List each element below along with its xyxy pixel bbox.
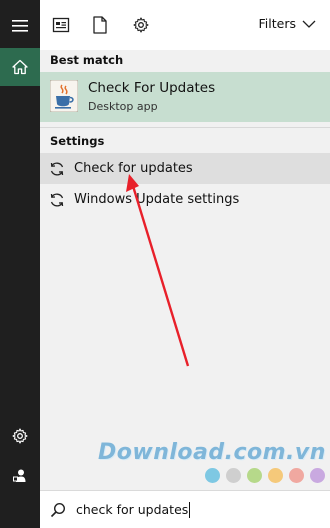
- search-input[interactable]: check for updates: [76, 502, 188, 517]
- settings-result-check-for-updates[interactable]: Check for updates: [40, 153, 330, 184]
- watermark-suffix: .com.vn: [224, 440, 326, 465]
- watermark-dot: [289, 468, 304, 483]
- watermark-dot: [247, 468, 262, 483]
- hamburger-menu-button[interactable]: [0, 6, 40, 46]
- java-coffee-icon: [50, 80, 78, 112]
- settings-result-windows-update-settings[interactable]: Windows Update settings: [40, 184, 330, 215]
- settings-gear-icon: [12, 428, 28, 444]
- settings-button[interactable]: [0, 416, 40, 456]
- apps-filter-button[interactable]: [50, 14, 72, 36]
- settings-heading: Settings: [50, 134, 105, 148]
- search-icon: [50, 502, 66, 517]
- settings-result-label: Windows Update settings: [74, 192, 240, 207]
- watermark-dot: [310, 468, 325, 483]
- hamburger-menu-icon: [12, 20, 28, 32]
- best-match-subtitle: Desktop app: [88, 100, 158, 113]
- best-match-heading: Best match: [50, 53, 124, 67]
- settings-result-label: Check for updates: [74, 161, 193, 176]
- user-icon: [13, 469, 26, 482]
- search-box[interactable]: check for updates: [40, 490, 330, 528]
- watermark-dots: [205, 468, 325, 483]
- documents-filter-button[interactable]: [89, 14, 111, 36]
- best-match-result[interactable]: Check For Updates Desktop app: [40, 72, 330, 122]
- section-divider: [40, 127, 330, 128]
- search-toolbar: Filters: [40, 0, 330, 50]
- filters-dropdown[interactable]: Filters: [259, 16, 316, 31]
- user-account-button[interactable]: [0, 456, 40, 496]
- home-icon: [12, 59, 28, 75]
- watermark-text: Download: [98, 440, 225, 465]
- chevron-down-icon: [302, 20, 316, 28]
- refresh-icon: [50, 162, 64, 175]
- watermark-logo: Download.com.vn: [98, 440, 326, 465]
- search-results-panel: Best match Check For Updates Desktop app…: [40, 50, 330, 490]
- watermark-dot: [205, 468, 220, 483]
- settings-gear-icon: [133, 17, 149, 33]
- watermark-dot: [226, 468, 241, 483]
- home-button[interactable]: [0, 48, 40, 86]
- left-rail: [0, 0, 40, 528]
- document-icon: [93, 16, 107, 34]
- watermark-dot: [268, 468, 283, 483]
- text-cursor: [189, 501, 191, 518]
- filters-label: Filters: [258, 16, 296, 31]
- documents-icon: [52, 17, 70, 33]
- best-match-title: Check For Updates: [88, 80, 216, 96]
- refresh-icon: [50, 193, 64, 206]
- settings-filter-button[interactable]: [130, 14, 152, 36]
